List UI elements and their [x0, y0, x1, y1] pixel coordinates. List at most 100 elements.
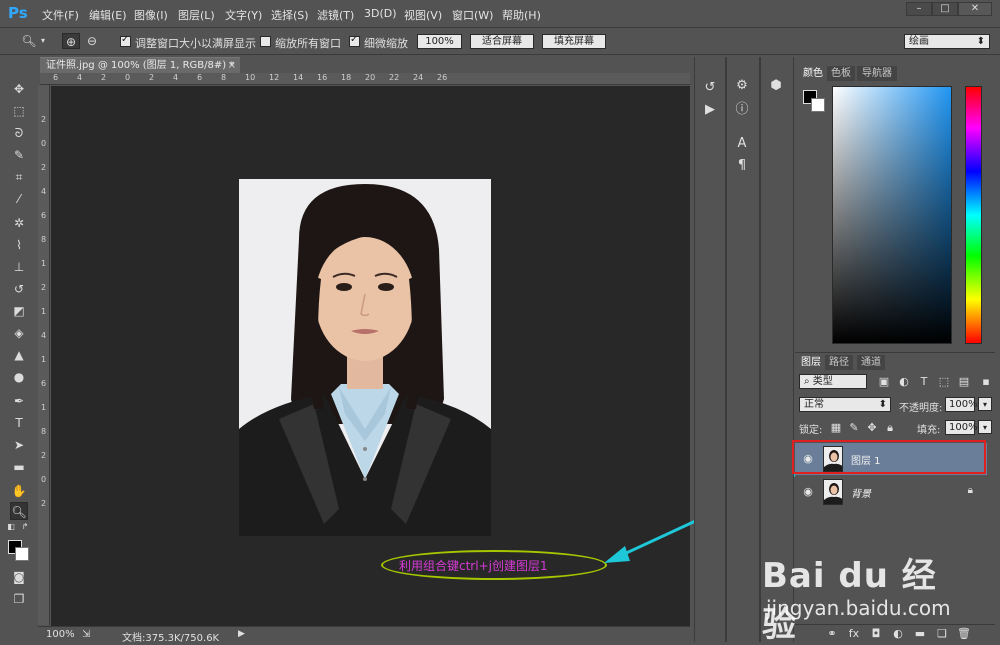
vertical-ruler[interactable]: 2 0 2 4 6 8 1 2 1 4 1 6 1 8 2 0 2 [38, 85, 50, 625]
tab-swatches[interactable]: 色板 [827, 66, 855, 81]
menu-type[interactable]: 文字(Y) [225, 7, 262, 23]
filter-shape-icon[interactable]: ⬚ [937, 375, 951, 389]
fill-screen-button[interactable]: 填充屏幕 [542, 34, 606, 49]
default-colors-icon[interactable]: ◧ [6, 522, 16, 532]
triangle-right-icon[interactable]: ▶ [238, 629, 245, 639]
blur-tool-icon[interactable]: ▲ [10, 346, 28, 364]
marquee-tool-icon[interactable]: ⬚ [10, 102, 28, 120]
paragraph-icon[interactable]: ¶ [733, 157, 751, 175]
paint-bucket-tool-icon[interactable]: ◈ [10, 324, 28, 342]
tab-channels[interactable]: 通道 [857, 355, 885, 370]
tab-color[interactable]: 颜色 [799, 66, 827, 81]
menu-select[interactable]: 选择(S) [271, 7, 309, 23]
workspace-select[interactable]: 绘画 ⬍ [904, 34, 990, 49]
layer-row-background[interactable]: ◉ 背景 🔒︎ [795, 476, 987, 508]
quick-select-tool-icon[interactable]: ✎ [10, 146, 28, 164]
portrait-photo[interactable] [239, 179, 491, 536]
pen-tool-icon[interactable]: ✒ [10, 392, 28, 410]
hand-tool-icon[interactable]: ✋ [10, 482, 28, 500]
filter-type-icon[interactable]: T [917, 375, 931, 389]
tab-navigator[interactable]: 导航器 [857, 66, 897, 81]
lock-transparent-icon[interactable]: ▦ [829, 421, 843, 435]
actions-play-icon[interactable]: ▶ [701, 101, 719, 119]
eyedropper-tool-icon[interactable]: ⁄ [10, 190, 28, 208]
chevron-down-icon[interactable]: ▾ [38, 33, 48, 49]
fit-screen-button[interactable]: 适合屏幕 [470, 34, 534, 49]
rectangle-tool-icon[interactable]: ▬ [10, 458, 28, 476]
opacity-input[interactable]: 100% [945, 397, 978, 412]
filter-pixel-icon[interactable]: ▣ [877, 375, 891, 389]
dodge-tool-icon[interactable]: ● [10, 368, 28, 386]
swap-colors-icon[interactable]: ↱ [20, 522, 30, 532]
zoom-in-icon[interactable]: ⊕ [62, 33, 80, 49]
eraser-tool-icon[interactable]: ◩ [10, 302, 28, 320]
eye-icon[interactable]: ◉ [801, 485, 815, 499]
zoom-tool-icon[interactable]: 🔍︎ [10, 502, 28, 520]
menu-3d[interactable]: 3D(D) [364, 7, 397, 20]
filter-toggle-icon[interactable]: ▪ [979, 375, 993, 389]
3d-cube-icon[interactable]: ⬢ [767, 77, 785, 95]
minimize-button[interactable]: – [906, 2, 932, 16]
properties-icon[interactable]: ⚙ [733, 77, 751, 95]
menu-filter[interactable]: 滤镜(T) [317, 7, 354, 23]
fill-input[interactable]: 100% [945, 420, 978, 435]
menu-layer[interactable]: 图层(L) [178, 7, 215, 23]
close-window-button[interactable]: ✕ [958, 2, 992, 16]
zoom-all-windows-checkbox[interactable] [260, 36, 271, 47]
layer-name[interactable]: 背景 [851, 485, 871, 500]
document-tab[interactable]: 证件照.jpg @ 100% (图层 1, RGB/8#) * × [40, 57, 240, 73]
screen-mode-icon[interactable]: ❐ [10, 590, 28, 608]
ruler-tick: 4 [77, 73, 83, 82]
opacity-chevron-icon[interactable]: ▾ [978, 397, 992, 411]
lasso-tool-icon[interactable]: ᘐ [10, 124, 28, 142]
filter-adjustment-icon[interactable]: ◐ [897, 375, 911, 389]
menu-file[interactable]: 文件(F) [42, 7, 79, 23]
close-icon[interactable]: × [228, 58, 236, 74]
hue-slider[interactable] [965, 86, 982, 344]
status-zoom[interactable]: 100% [46, 629, 75, 640]
ruler-tick: 1 [41, 355, 47, 364]
menu-image[interactable]: 图像(I) [134, 7, 168, 23]
path-selection-tool-icon[interactable]: ➤ [10, 436, 28, 454]
maximize-button[interactable]: □ [932, 2, 958, 16]
lock-all-icon[interactable]: 🔒︎ [883, 421, 897, 435]
menu-edit[interactable]: 编辑(E) [89, 7, 127, 23]
brush-tool-icon[interactable]: ⌇ [10, 236, 28, 254]
clone-stamp-tool-icon[interactable]: ⊥ [10, 258, 28, 276]
actual-pixels-button[interactable]: 100% [417, 34, 462, 49]
blend-mode-select[interactable]: 正常 ⬍ [799, 397, 891, 412]
zoom-tool-preset-icon[interactable]: 🔍︎ [20, 33, 38, 49]
workspace-value: 绘画 [909, 36, 929, 47]
export-icon[interactable]: ⇲ [82, 629, 90, 640]
healing-brush-tool-icon[interactable]: ✲ [10, 214, 28, 232]
type-tool-icon[interactable]: T [10, 414, 28, 432]
tab-paths[interactable]: 路径 [825, 355, 853, 370]
move-tool-icon[interactable]: ✥ [10, 80, 28, 98]
ruler-tick: 6 [53, 73, 59, 82]
horizontal-ruler[interactable]: 6 4 2 0 2 4 6 8 10 12 14 16 18 20 22 24 … [40, 73, 690, 85]
filter-smartobject-icon[interactable]: ▤ [957, 375, 971, 389]
color-picker-field[interactable] [832, 86, 952, 344]
character-icon[interactable]: A [733, 135, 751, 153]
color-panel-background-swatch[interactable] [811, 98, 825, 112]
layer-thumbnail[interactable] [823, 479, 843, 505]
lock-pixels-icon[interactable]: ✎ [847, 421, 861, 435]
background-color-swatch[interactable] [15, 547, 29, 561]
ruler-tick: 1 [41, 259, 47, 268]
fill-chevron-icon[interactable]: ▾ [978, 420, 992, 434]
scrubby-zoom-checkbox[interactable] [349, 34, 360, 47]
menu-help[interactable]: 帮助(H) [502, 7, 541, 23]
history-icon[interactable]: ↺ [701, 79, 719, 97]
quick-mask-icon[interactable]: ◙ [10, 568, 28, 586]
history-brush-tool-icon[interactable]: ↺ [10, 280, 28, 298]
document-tab-title: 证件照.jpg @ 100% (图层 1, RGB/8#) * [46, 60, 235, 71]
tab-layers[interactable]: 图层 [799, 355, 823, 370]
lock-position-icon[interactable]: ✥ [865, 421, 879, 435]
crop-tool-icon[interactable]: ⌗ [10, 168, 28, 186]
menu-view[interactable]: 视图(V) [404, 7, 442, 23]
menu-window[interactable]: 窗口(W) [452, 7, 493, 23]
info-icon[interactable]: ⓘ [733, 101, 751, 119]
zoom-out-icon[interactable]: ⊖ [83, 33, 101, 49]
resize-windows-checkbox[interactable] [120, 34, 131, 47]
layer-filter-select[interactable]: ⌕ 类型 [799, 374, 867, 389]
